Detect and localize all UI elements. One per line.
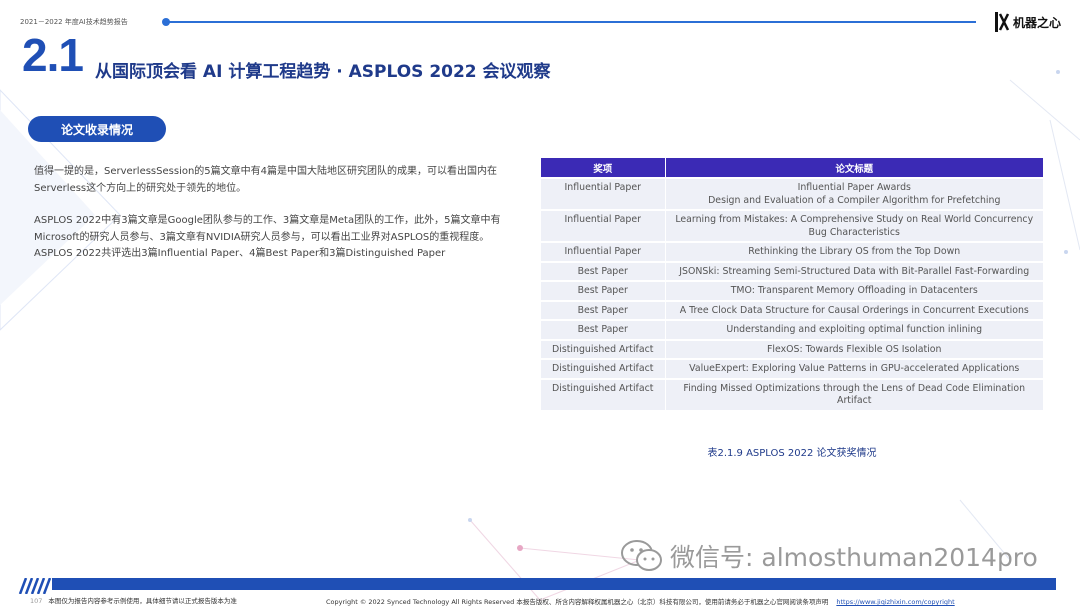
- paragraph-awards: ASPLOS 2022共评选出3篇Influential Paper、4篇Bes…: [34, 248, 446, 259]
- logo: 机器之心: [994, 10, 1061, 34]
- awards-table: 奖项 论文标题 Influential Paper Influential Pap…: [541, 158, 1043, 410]
- award-cell: Distinguished Artifact: [541, 358, 666, 379]
- footer-note: 本图仅为报告内容参考示例使用，具体细节请以正式报告版本为准: [48, 597, 237, 605]
- page-number: 107: [30, 597, 43, 605]
- award-cell: Influential Paper: [541, 241, 666, 262]
- header-award: 奖项: [541, 158, 666, 178]
- table-row: Distinguished Artifact ValueExpert: Explo…: [541, 358, 1043, 379]
- paper-title-line: Design and Evaluation of a Compiler Algo…: [708, 194, 1001, 206]
- paper-title-line: Influential Paper Awards: [797, 182, 911, 193]
- wechat-icon: [621, 540, 662, 571]
- award-cell: Distinguished Artifact: [541, 377, 666, 410]
- award-cell: Influential Paper: [541, 177, 666, 210]
- table-row: Best Paper Understanding and exploiting o…: [541, 319, 1043, 340]
- paragraph-serverless: 值得一提的是，ServerlessSession的5篇文章中有4篇是中国大陆地区…: [34, 166, 498, 194]
- table-row: Influential Paper Influential Paper Award…: [541, 177, 1043, 210]
- paper-title-line: TMO: Transparent Memory Offloading in Da…: [730, 285, 978, 296]
- paper-title-cell: JSONSki: Streaming Semi-Structured Data …: [665, 260, 1043, 281]
- paper-title-line: Artifact: [837, 395, 872, 406]
- footer-left: 107 本图仅为报告内容参考示例使用，具体细节请以正式报告版本为准: [30, 595, 237, 605]
- paper-title-cell: TMO: Transparent Memory Offloading in Da…: [665, 280, 1043, 301]
- paper-title-cell: FlexOS: Towards Flexible OS Isolation: [665, 338, 1043, 359]
- paper-title-cell: Understanding and exploiting optimal fun…: [665, 319, 1043, 340]
- section-title: 从国际顶会看 AI 计算工程趋势 · ASPLOS 2022 会议观察: [95, 62, 551, 82]
- paper-title-line: ValueExpert: Exploring Value Patterns in…: [689, 363, 1020, 374]
- paper-title-line: FlexOS: Towards Flexible OS Isolation: [767, 343, 942, 355]
- paper-title-cell: A Tree Clock Data Structure for Causal O…: [665, 299, 1043, 320]
- award-cell: Best Paper: [541, 280, 666, 301]
- table-header-row: 奖项 论文标题: [541, 158, 1043, 178]
- subsection-pill: 论文收录情况: [28, 116, 166, 142]
- table-row: Influential Paper Learning from Mistakes:…: [541, 209, 1043, 242]
- paper-title-cell: Learning from Mistakes: A Comprehensive …: [665, 209, 1043, 242]
- paragraph-industry: ASPLOS 2022中有3篇文章是Google团队参与的工作、3篇文章是Met…: [34, 215, 501, 243]
- paper-title-line: JSONSki: Streaming Semi-Structured Data …: [679, 265, 1030, 277]
- table-row: Distinguished Artifact Finding Missed Opt…: [541, 377, 1043, 410]
- paper-title-line: Rethinking the Library OS from the Top D…: [748, 246, 961, 257]
- paper-title-line: Finding Missed Optimizations through the…: [683, 382, 1026, 394]
- paper-title-cell: Finding Missed Optimizations through the…: [665, 377, 1043, 410]
- award-cell: Best Paper: [541, 299, 666, 320]
- copyright-link[interactable]: https://www.jiqizhixin.com/copyright: [836, 598, 954, 606]
- award-cell: Distinguished Artifact: [541, 338, 666, 359]
- footer-bar: [52, 578, 1056, 590]
- body-text: 值得一提的是，ServerlessSession的5篇文章中有4篇是中国大陆地区…: [34, 164, 519, 263]
- paper-title-cell: Influential Paper Awards Design and Evalu…: [665, 177, 1043, 210]
- table-row: Best Paper TMO: Transparent Memory Offloa…: [541, 280, 1043, 301]
- paper-title-line: Learning from Mistakes: A Comprehensive …: [675, 214, 1034, 225]
- paper-title-line: A Tree Clock Data Structure for Causal O…: [679, 304, 1029, 316]
- header-rule: [168, 21, 976, 23]
- award-cell: Best Paper: [541, 260, 666, 281]
- table-row: Best Paper JSONSki: Streaming Semi-Struct…: [541, 260, 1043, 281]
- table-row: Influential Paper Rethinking the Library …: [541, 241, 1043, 262]
- table-row: Distinguished Artifact FlexOS: Towards Fl…: [541, 338, 1043, 359]
- table-row: Best Paper A Tree Clock Data Structure fo…: [541, 299, 1043, 320]
- paper-title-cell: ValueExpert: Exploring Value Patterns in…: [665, 358, 1043, 379]
- logo-text: 机器之心: [1013, 15, 1062, 30]
- paper-title-line: Bug Characteristics: [808, 226, 900, 238]
- section-number: 2.1: [22, 29, 84, 81]
- paper-title-cell: Rethinking the Library OS from the Top D…: [665, 241, 1043, 262]
- footer-copyright: Copyright © 2022 Synced Technology All R…: [326, 598, 829, 606]
- wechat-watermark: 微信号: almosthuman2014pro: [620, 538, 1038, 574]
- table-body: Influential Paper Influential Paper Award…: [541, 177, 1043, 410]
- watermark-text: 微信号: almosthuman2014pro: [670, 543, 1038, 572]
- logo-icon: [995, 12, 1010, 32]
- report-title: 2021－2022 年度AI技术趋势报告: [20, 18, 128, 26]
- table-caption: 表2.1.9 ASPLOS 2022 论文获奖情况: [707, 448, 877, 459]
- award-cell: Influential Paper: [541, 209, 666, 242]
- paper-title-line: Understanding and exploiting optimal fun…: [726, 324, 983, 335]
- award-cell: Best Paper: [541, 319, 666, 340]
- footer-right: Copyright © 2022 Synced Technology All R…: [326, 596, 955, 606]
- header-title: 论文标题: [665, 158, 1043, 178]
- footer-stripes: [18, 578, 52, 594]
